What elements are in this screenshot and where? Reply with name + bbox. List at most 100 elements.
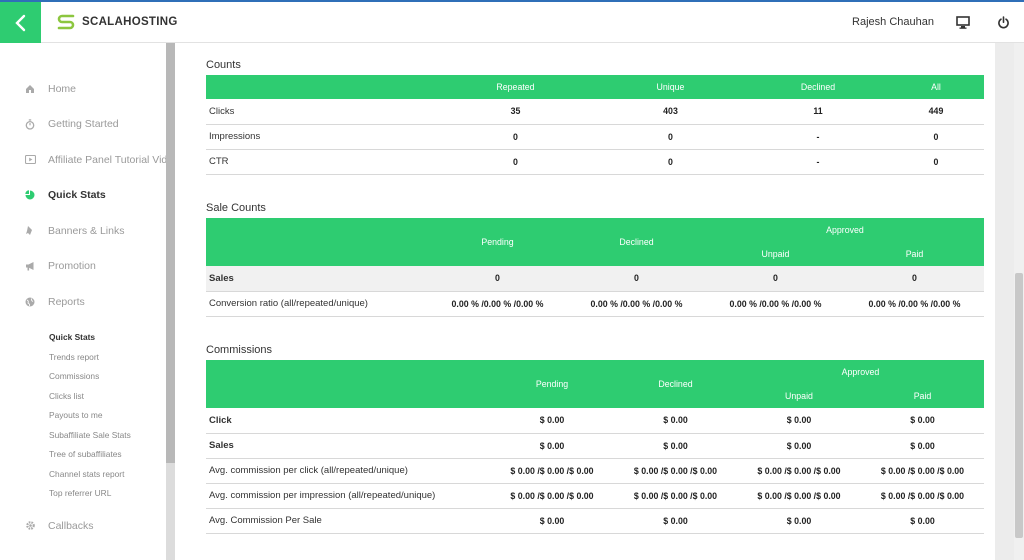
sidebar-item-home[interactable]: Home — [0, 71, 166, 107]
commissions-title: Commissions — [206, 344, 273, 356]
table-cell: $ 0.00 — [861, 508, 984, 534]
submenu-item-payouts[interactable]: Payouts to me — [49, 406, 166, 426]
back-button[interactable] — [0, 2, 41, 43]
column-header: Declined — [748, 75, 888, 99]
table-cell: $ 0.00 — [614, 408, 737, 434]
table-row: Sales 0 0 0 0 — [206, 266, 984, 292]
sidebar-item-tutorial-video[interactable]: Affiliate Panel Tutorial Vide — [0, 142, 166, 178]
row-label: Avg. commission per impression (all/repe… — [206, 483, 490, 509]
table-cell: 403 — [593, 99, 748, 125]
table-row: Click $ 0.00 $ 0.00 $ 0.00 $ 0.00 — [206, 408, 984, 434]
table-cell: 0 — [438, 149, 593, 175]
monitor-button[interactable] — [954, 13, 972, 31]
sidebar-item-quick-stats[interactable]: Quick Stats — [0, 178, 166, 214]
submenu-item-trends-report[interactable]: Trends report — [49, 347, 166, 367]
table-cell: $ 0.00 — [490, 433, 614, 459]
table-cell: $ 0.00 /$ 0.00 /$ 0.00 — [614, 458, 737, 484]
sidebar-item-promotion[interactable]: Promotion — [0, 249, 166, 285]
column-header-pending: Pending — [428, 218, 567, 266]
chevron-left-icon — [14, 14, 25, 31]
sale-counts-table: Pending Declined Approved Unpaid Paid Sa… — [206, 218, 984, 317]
top-bar: SCALAHOSTING Rajesh Chauhan — [0, 0, 1024, 43]
sidebar-item-reports[interactable]: Reports — [0, 284, 166, 320]
table-cell: 0 — [888, 124, 984, 150]
counts-title: Counts — [206, 59, 241, 71]
table-cell: $ 0.00 — [490, 508, 614, 534]
sidebar-item-getting-started[interactable]: Getting Started — [0, 107, 166, 143]
sidebar-item-label: Banners & Links — [48, 224, 125, 237]
table-cell: $ 0.00 — [737, 433, 861, 459]
row-label: Sales — [206, 266, 428, 292]
submenu-item-commissions[interactable]: Commissions — [49, 367, 166, 387]
counts-table: Repeated Unique Declined All Clicks 35 4… — [206, 75, 984, 175]
sale-counts-header-row: Pending Declined Approved — [206, 218, 984, 266]
column-header-blank — [206, 218, 428, 266]
table-cell: 0.00 % /0.00 % /0.00 % — [845, 291, 984, 317]
table-cell: $ 0.00 /$ 0.00 /$ 0.00 — [614, 483, 737, 509]
row-label: Sales — [206, 433, 490, 459]
table-cell: $ 0.00 /$ 0.00 /$ 0.00 — [861, 483, 984, 509]
sidebar-scrollbar-thumb[interactable] — [166, 43, 175, 463]
logo-text: SCALAHOSTING — [82, 16, 178, 28]
sidebar-item-banners-links[interactable]: Banners & Links — [0, 213, 166, 249]
table-cell: $ 0.00 /$ 0.00 /$ 0.00 — [737, 483, 861, 509]
table-cell: 35 — [438, 99, 593, 125]
page-scrollbar-thumb[interactable] — [1015, 273, 1023, 538]
submenu-item-top-referrer-url[interactable]: Top referrer URL — [49, 484, 166, 504]
table-cell: $ 0.00 — [490, 408, 614, 434]
table-cell: 0 — [428, 266, 567, 292]
page-scrollbar[interactable] — [1014, 43, 1024, 560]
submenu-item-tree-of-subaffiliates[interactable]: Tree of subaffiliates — [49, 445, 166, 465]
column-header: Unique — [593, 75, 748, 99]
monitor-icon — [956, 15, 970, 29]
table-cell: 0 — [438, 124, 593, 150]
commissions-table: Pending Declined Approved Unpaid Paid Cl… — [206, 360, 984, 534]
column-header-unpaid: Unpaid — [706, 242, 845, 266]
user-name[interactable]: Rajesh Chauhan — [852, 16, 934, 28]
sidebar-item-label: Home — [48, 82, 77, 95]
submenu-item-channel-stats[interactable]: Channel stats report — [49, 464, 166, 484]
main-content: Counts Repeated Unique Declined All Clic… — [175, 43, 995, 560]
sidebar-nav-bottom: Callbacks — [0, 508, 166, 544]
table-cell: $ 0.00 /$ 0.00 /$ 0.00 — [861, 458, 984, 484]
row-label: Impressions — [206, 124, 438, 150]
column-header: Repeated — [438, 75, 593, 99]
row-label: Clicks — [206, 99, 438, 125]
table-cell: $ 0.00 — [614, 508, 737, 534]
submenu-item-subaffiliate-sale-stats[interactable]: Subaffiliate Sale Stats — [49, 425, 166, 445]
column-header-blank — [206, 360, 490, 408]
column-header-pending: Pending — [490, 360, 614, 408]
logout-button[interactable] — [994, 13, 1012, 31]
sidebar: Home Getting Started Affiliate Panel Tut… — [0, 43, 166, 560]
brand-logo[interactable]: SCALAHOSTING — [56, 14, 178, 30]
stopwatch-icon — [24, 118, 36, 130]
reports-submenu: Quick Stats Trends report Commissions Cl… — [0, 328, 166, 504]
submenu-item-clicks-list[interactable]: Clicks list — [49, 386, 166, 406]
row-label: CTR — [206, 149, 438, 175]
column-header-unpaid: Unpaid — [737, 384, 861, 408]
table-cell: $ 0.00 — [614, 433, 737, 459]
column-header-declined: Declined — [567, 218, 706, 266]
megaphone-icon — [24, 260, 36, 272]
table-row: Impressions 0 0 - 0 — [206, 124, 984, 150]
table-cell: 11 — [748, 99, 888, 125]
globe-icon — [24, 296, 36, 308]
sale-counts-title: Sale Counts — [206, 202, 266, 214]
scalahosting-logo-icon — [57, 14, 75, 30]
sidebar-scrollbar[interactable] — [166, 43, 175, 560]
column-header-approved: Approved — [737, 360, 984, 384]
table-row: Avg. commission per click (all/repeated/… — [206, 458, 984, 484]
counts-header-row: Repeated Unique Declined All — [206, 75, 984, 99]
home-icon — [24, 83, 36, 95]
table-cell: 449 — [888, 99, 984, 125]
table-cell: 0 — [845, 266, 984, 292]
submenu-item-quick-stats[interactable]: Quick Stats — [49, 328, 166, 348]
sidebar-item-callbacks[interactable]: Callbacks — [0, 508, 166, 544]
table-row: Clicks 35 403 11 449 — [206, 99, 984, 125]
sidebar-item-label: Quick Stats — [48, 189, 106, 202]
table-row: Sales $ 0.00 $ 0.00 $ 0.00 $ 0.00 — [206, 433, 984, 459]
table-cell: 0 — [593, 149, 748, 175]
power-icon — [997, 15, 1009, 28]
table-cell: 0 — [567, 266, 706, 292]
table-cell: $ 0.00 /$ 0.00 /$ 0.00 — [737, 458, 861, 484]
